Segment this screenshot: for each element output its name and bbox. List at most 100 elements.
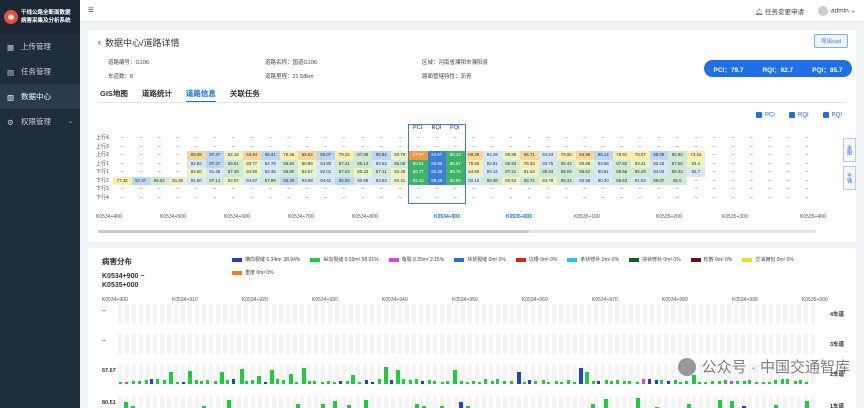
grid-cell[interactable]: 91.60	[187, 176, 206, 185]
distress-bar[interactable]	[321, 381, 325, 384]
distress-bar[interactable]	[219, 371, 224, 384]
distress-bar[interactable]	[704, 381, 708, 384]
grid-cell[interactable]: --	[354, 143, 373, 152]
grid-cell[interactable]: 92.16	[464, 176, 483, 185]
grid-cell[interactable]: --	[132, 185, 151, 194]
grid-cell[interactable]: 87.21	[501, 168, 520, 177]
grid-cell[interactable]: 78.07	[631, 151, 650, 160]
tab-3[interactable]: 关联任务	[230, 88, 260, 103]
distress-bar[interactable]	[522, 381, 526, 384]
grid-cell[interactable]: 97.47	[131, 176, 150, 185]
grid-cell[interactable]: --	[798, 143, 817, 152]
grid-cell[interactable]: 80.68	[575, 159, 594, 168]
grid-cell[interactable]: --	[428, 185, 447, 194]
user-menu[interactable]: admin ⌄	[818, 5, 856, 16]
distress-bar[interactable]	[484, 379, 488, 384]
grid-cell[interactable]: 84.69	[464, 168, 483, 177]
grid-cell[interactable]: 94.29	[483, 151, 502, 160]
distress-bar[interactable]	[496, 379, 500, 384]
distress-bar[interactable]	[591, 403, 596, 408]
grid-cell[interactable]: --	[428, 194, 447, 203]
grid-cell[interactable]: --	[724, 194, 743, 203]
distress-bar[interactable]	[585, 371, 590, 384]
distress-bar[interactable]	[402, 379, 406, 384]
grid-cell[interactable]: --	[742, 151, 761, 160]
grid-cell[interactable]: --	[372, 134, 391, 143]
grid-cell[interactable]: 80.13	[446, 151, 465, 160]
grid-cell[interactable]: --	[465, 143, 484, 152]
distress-bar[interactable]	[275, 379, 279, 384]
grid-cell[interactable]: --	[668, 185, 687, 194]
distress-bar[interactable]	[659, 380, 663, 384]
distress-bar[interactable]	[339, 381, 343, 384]
grid-cell[interactable]: --	[650, 143, 669, 152]
distress-bar[interactable]	[363, 399, 368, 408]
tab-1[interactable]: 道路统计	[142, 88, 172, 103]
distress-bar[interactable]	[566, 380, 570, 384]
grid-cell[interactable]: --	[169, 134, 188, 143]
distress-bar[interactable]	[534, 381, 538, 384]
grid-cell[interactable]: 78.91	[612, 151, 631, 160]
grid-cell[interactable]: --	[594, 185, 613, 194]
grid-cell[interactable]: --	[779, 160, 798, 169]
grid-cell[interactable]: 94.03	[649, 168, 668, 177]
grid-cell[interactable]: 87.14	[205, 176, 224, 185]
grid-cell[interactable]: --	[724, 160, 743, 169]
distress-bar[interactable]	[541, 379, 545, 384]
grid-cell[interactable]: --	[483, 194, 502, 203]
distress-bar[interactable]	[767, 381, 771, 384]
grid-cell[interactable]: --	[409, 134, 428, 143]
grid-cell[interactable]: --	[687, 185, 706, 194]
grid-cell[interactable]: 85.29	[631, 168, 650, 177]
grid-cell[interactable]: --	[298, 143, 317, 152]
grid-cell[interactable]: 83.87	[298, 168, 317, 177]
grid-cell[interactable]: 79.22	[335, 151, 354, 160]
grid-cell[interactable]: --	[761, 143, 780, 152]
distress-bar[interactable]	[710, 380, 714, 384]
distress-bar[interactable]	[755, 382, 759, 384]
grid-cell[interactable]: --	[354, 185, 373, 194]
grid-cell[interactable]: --	[298, 194, 317, 203]
grid-cell[interactable]: --	[280, 134, 299, 143]
grid-cell[interactable]: 97.47	[205, 151, 224, 160]
grid-cell[interactable]: 85.13	[353, 159, 372, 168]
grid-cell[interactable]: 92.82	[187, 159, 206, 168]
distress-bar[interactable]	[735, 380, 739, 384]
grid-cell[interactable]: --	[779, 177, 798, 186]
back-icon[interactable]: ‹	[98, 37, 101, 47]
grid-cell[interactable]: 82.18	[224, 151, 243, 160]
grid-cell[interactable]: --	[631, 194, 650, 203]
distress-bar[interactable]	[635, 398, 640, 408]
grid-cell[interactable]: 92.58	[575, 176, 594, 185]
distress-bar[interactable]	[445, 381, 449, 384]
grid-cell[interactable]: 85.77	[409, 168, 428, 177]
grid-cell[interactable]: 84.80	[187, 168, 206, 177]
distress-bar[interactable]	[389, 379, 393, 384]
grid-cell[interactable]: 94.63	[538, 151, 557, 160]
distress-bar[interactable]	[131, 381, 135, 384]
grid-cell[interactable]: 91.63	[631, 176, 650, 185]
grid-cell[interactable]: 95.41	[261, 151, 280, 160]
grid-cell[interactable]: --	[798, 177, 817, 186]
grid-cell[interactable]: --	[668, 143, 687, 152]
legend-item[interactable]: 块状修补 0m² 0%	[629, 256, 681, 263]
grid-cell[interactable]: --	[113, 185, 132, 194]
grid-cell[interactable]: 85.83	[501, 159, 520, 168]
grid-cell[interactable]: --	[779, 168, 798, 177]
grid-cell[interactable]: 88.34	[557, 176, 576, 185]
grid-cell[interactable]: --	[742, 168, 761, 177]
grid-cell[interactable]: 73.44	[686, 151, 705, 160]
grid-cell[interactable]: 83.77	[242, 159, 261, 168]
grid-cell[interactable]: --	[483, 185, 502, 194]
grid-cell[interactable]: 86.99	[446, 176, 465, 185]
grid-cell[interactable]: 86.62	[150, 176, 169, 185]
grid-cell[interactable]: 95.39	[279, 176, 298, 185]
grid-cell[interactable]: --	[243, 134, 262, 143]
grid-cell[interactable]: --	[206, 194, 225, 203]
grid-cell[interactable]: --	[613, 143, 632, 152]
full-view-button[interactable]: 全图	[843, 138, 856, 162]
grid-cell[interactable]: --	[354, 134, 373, 143]
grid-cell[interactable]: --	[576, 134, 595, 143]
grid-cell[interactable]: 88.26	[427, 176, 446, 185]
grid-cell[interactable]: --	[409, 194, 428, 203]
